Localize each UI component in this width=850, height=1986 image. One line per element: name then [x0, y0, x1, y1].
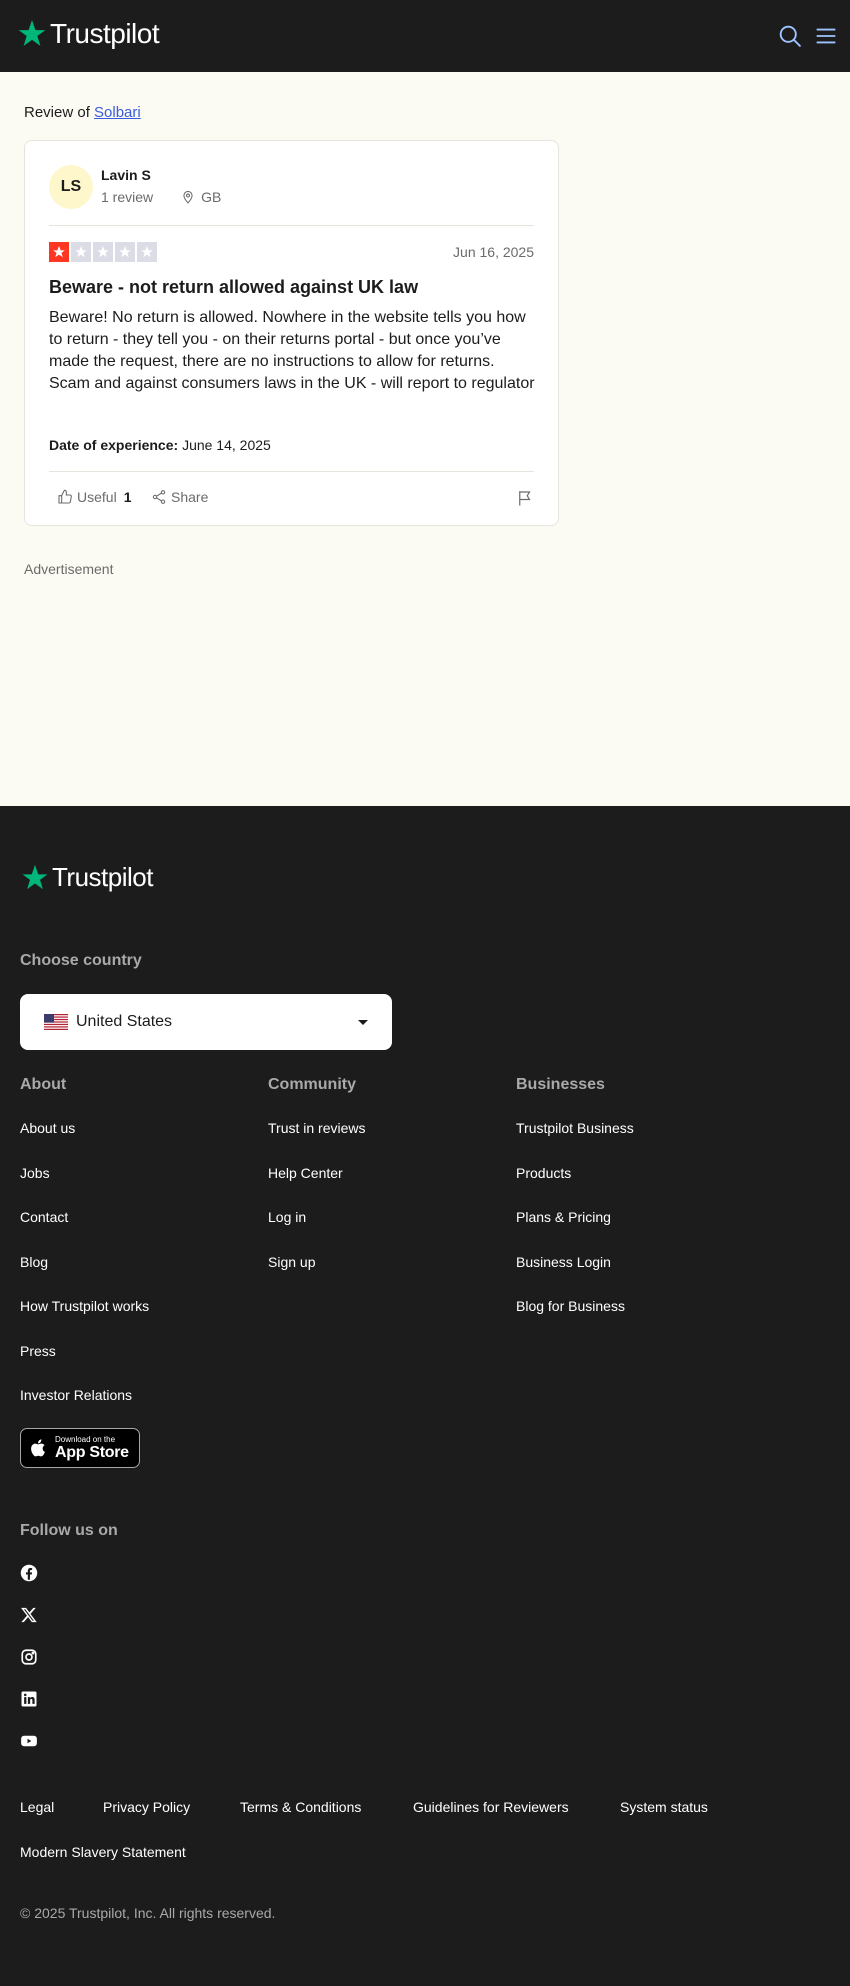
divider [49, 471, 534, 472]
star-icon [49, 242, 69, 262]
useful-button[interactable]: Useful 1 [57, 489, 131, 505]
review-actions: Useful 1 Share [49, 489, 534, 509]
footer-link-terms-conditions[interactable]: Terms & Conditions [240, 1799, 361, 1815]
chevron-down-icon [358, 1020, 368, 1025]
useful-count: 1 [123, 489, 132, 505]
country-select[interactable]: United States [20, 994, 392, 1050]
star-icon [137, 242, 157, 262]
reviewer-name[interactable]: Lavin S [101, 167, 151, 183]
star-rating [49, 242, 157, 262]
trustpilot-logo[interactable]: Trustpilot [16, 18, 160, 50]
date-of-experience-value: June 14, 2025 [182, 437, 271, 453]
site-footer: Trustpilot Choose country United States … [0, 806, 850, 1986]
footer-link-blog-for-business[interactable]: Blog for Business [516, 1298, 625, 1314]
divider [49, 225, 534, 226]
site-header: Trustpilot [0, 0, 850, 72]
footer-link-business-login[interactable]: Business Login [516, 1254, 611, 1270]
footer-link-modern-slavery-statement[interactable]: Modern Slavery Statement [20, 1844, 186, 1860]
date-of-experience: Date of experience: June 14, 2025 [49, 437, 271, 453]
company-link[interactable]: Solbari [94, 104, 141, 121]
follow-us-heading: Follow us on [20, 1522, 118, 1539]
selected-country: United States [76, 1013, 173, 1030]
location-pin-icon [183, 190, 193, 204]
advertisement-label: Advertisement [24, 561, 114, 577]
logo-text: Trustpilot [50, 18, 160, 49]
star-icon [71, 242, 91, 262]
footer-trustpilot-logo[interactable]: Trustpilot [20, 862, 153, 893]
trustpilot-star-icon [18, 20, 46, 46]
reviewer-country: GB [201, 189, 222, 205]
share-label: Share [171, 489, 209, 505]
hamburger-menu-icon[interactable] [812, 22, 840, 50]
useful-label: Useful [77, 489, 117, 505]
review-date: Jun 16, 2025 [453, 244, 534, 260]
footer-link-sign-up[interactable]: Sign up [268, 1254, 315, 1270]
share-icon [152, 490, 166, 504]
footer-link-guidelines-for-reviewers[interactable]: Guidelines for Reviewers [413, 1799, 569, 1815]
app-store-small-text: Download on the [55, 1434, 116, 1444]
footer-link-trustpilot-business[interactable]: Trustpilot Business [516, 1120, 634, 1136]
review-of-line: Review of Solbari [24, 104, 141, 121]
share-button[interactable]: Share [151, 489, 208, 505]
footer-link-press[interactable]: Press [20, 1343, 56, 1359]
logo-text: Trustpilot [52, 862, 153, 892]
choose-country-heading: Choose country [20, 952, 142, 969]
review-of-prefix: Review of [24, 104, 90, 121]
footer-link-system-status[interactable]: System status [620, 1799, 708, 1815]
footer-link-log-in[interactable]: Log in [268, 1209, 306, 1225]
facebook-icon[interactable] [20, 1564, 38, 1582]
footer-link-legal[interactable]: Legal [20, 1799, 54, 1815]
footer-link-products[interactable]: Products [516, 1165, 571, 1181]
review-count: 1 review [101, 189, 154, 205]
footer-link-investor-relations[interactable]: Investor Relations [20, 1387, 132, 1403]
x-twitter-icon[interactable] [20, 1606, 38, 1624]
footer-link-privacy-policy[interactable]: Privacy Policy [103, 1799, 190, 1815]
review-card: LS Lavin S 1 review GB Jun 16, 2025 Bewa… [24, 140, 559, 526]
avatar[interactable]: LS [49, 165, 93, 209]
linkedin-icon[interactable] [20, 1690, 38, 1708]
us-flag-icon [44, 1014, 68, 1030]
reviewer-meta: 1 review GB [101, 189, 221, 205]
app-store-badge[interactable]: Download on the App Store [20, 1428, 140, 1468]
review-title[interactable]: Beware - not return allowed against UK l… [49, 277, 418, 298]
footer-link-help-center[interactable]: Help Center [268, 1165, 343, 1181]
community-heading: Community [268, 1076, 356, 1093]
date-of-experience-label: Date of experience: [49, 437, 179, 453]
footer-link-plans-pricing[interactable]: Plans & Pricing [516, 1209, 611, 1225]
about-heading: About [20, 1076, 67, 1093]
thumbs-up-icon [58, 489, 72, 504]
instagram-icon[interactable] [20, 1648, 38, 1666]
footer-link-blog[interactable]: Blog [20, 1254, 48, 1270]
footer-link-how-trustpilot-works[interactable]: How Trustpilot works [20, 1298, 149, 1314]
footer-link-trust-in-reviews[interactable]: Trust in reviews [268, 1120, 366, 1136]
footer-link-contact[interactable]: Contact [20, 1209, 68, 1225]
copyright: © 2025 Trustpilot, Inc. All rights reser… [20, 1905, 276, 1921]
star-icon [115, 242, 135, 262]
star-icon [93, 242, 113, 262]
app-store-big-text: App Store [55, 1443, 129, 1461]
youtube-icon[interactable] [20, 1732, 38, 1750]
report-flag-icon[interactable] [516, 489, 534, 507]
businesses-heading: Businesses [516, 1076, 605, 1093]
footer-link-about-us[interactable]: About us [20, 1120, 75, 1136]
trustpilot-star-icon [22, 864, 48, 889]
apple-icon [31, 1439, 45, 1457]
footer-link-jobs[interactable]: Jobs [20, 1165, 50, 1181]
review-body: Beware! No return is allowed. Nowhere in… [49, 309, 535, 392]
search-icon[interactable] [776, 22, 804, 50]
